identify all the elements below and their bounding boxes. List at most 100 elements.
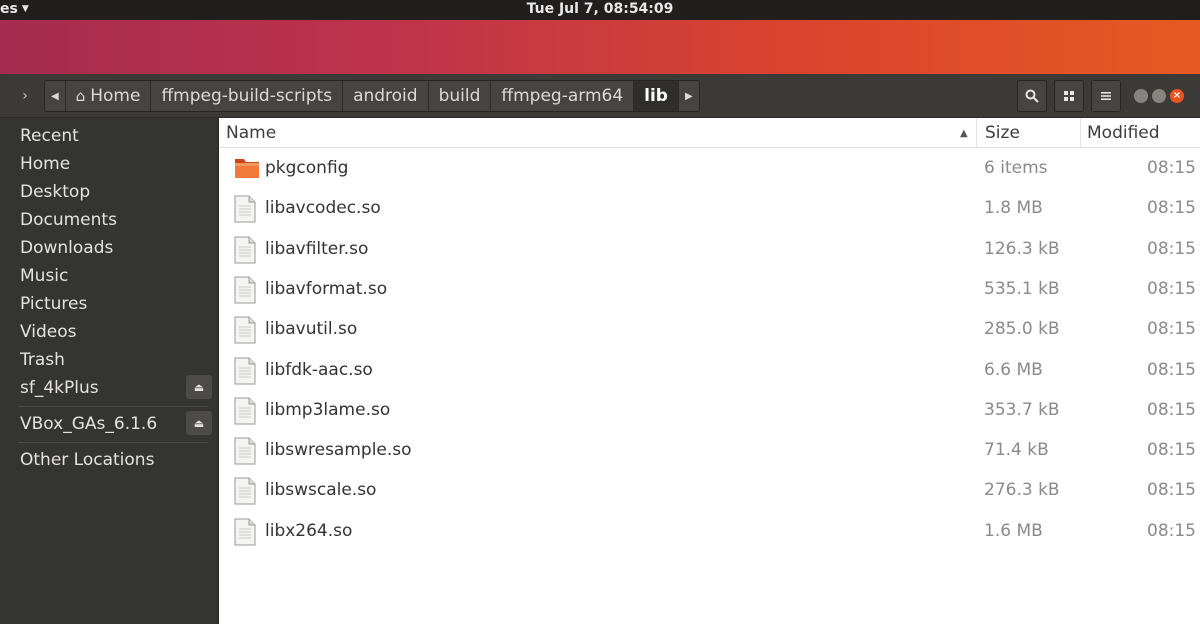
file-icon [234, 236, 260, 264]
sidebar-item-videos[interactable]: Videos [8, 318, 218, 346]
sidebar-item-label: Music [20, 266, 69, 286]
sidebar-item-label: Recent [20, 126, 79, 146]
column-header-size[interactable]: Size [976, 118, 1080, 148]
file-row[interactable]: libavfilter.so 126.3 kB 08:15 [220, 229, 1200, 269]
path-scroll-left-button[interactable]: ◀ [45, 81, 66, 111]
file-name: libavfilter.so [265, 238, 369, 259]
file-row[interactable]: pkgconfig 6 items 08:15 [220, 148, 1200, 188]
file-row[interactable]: libmp3lame.so 353.7 kB 08:15 [220, 390, 1200, 430]
sidebar-item-label: Desktop [20, 182, 91, 202]
crumb-build[interactable]: build [429, 81, 492, 111]
sidebar-item-other-locations[interactable]: Other Locations [8, 446, 218, 474]
sidebar-item-pictures[interactable]: Pictures [8, 290, 218, 318]
grid-view-icon [1064, 91, 1074, 101]
file-size: 285.0 kB [984, 319, 1060, 340]
crumb-home[interactable]: ⌂ Home [66, 81, 152, 111]
sidebar-item-label: Videos [20, 322, 77, 342]
column-header-row: Name ▲ Size Modified [220, 118, 1200, 148]
sidebar-item-label: VBox_GAs_6.1.6 [20, 414, 158, 434]
crumb-ffmpeg-build-scripts[interactable]: ffmpeg-build-scripts [151, 81, 344, 111]
sidebar-item-downloads[interactable]: Downloads [8, 234, 218, 262]
sidebar-item-documents[interactable]: Documents [8, 206, 218, 234]
file-row[interactable]: libx264.so 1.6 MB 08:15 [220, 511, 1200, 551]
file-modified: 08:15 [1147, 158, 1196, 178]
file-name: libavcodec.so [265, 198, 381, 219]
file-modified: 08:15 [1147, 480, 1196, 501]
search-icon [1025, 89, 1039, 103]
eject-button[interactable]: ⏏ [186, 411, 212, 435]
sidebar-item-sf-4kplus[interactable]: sf_4kPlus ⏏ [8, 374, 218, 402]
file-size: 1.6 MB [984, 520, 1043, 541]
file-modified: 08:15 [1147, 399, 1196, 420]
file-icon [234, 276, 260, 304]
sidebar-item-desktop[interactable]: Desktop [8, 178, 218, 206]
triangle-right-icon: ▶ [684, 90, 693, 102]
file-name: libx264.so [265, 520, 353, 541]
sidebar-item-home[interactable]: Home [8, 150, 218, 178]
sidebar-item-label: Pictures [20, 294, 88, 314]
sidebar-item-recent[interactable]: Recent [8, 122, 218, 150]
forward-button[interactable]: › [12, 83, 38, 109]
sidebar-item-vbox-gas[interactable]: VBox_GAs_6.1.6 ⏏ [8, 410, 218, 438]
file-size: 1.8 MB [984, 198, 1043, 219]
clock[interactable]: Tue Jul 7, 08:54:09 [0, 1, 1200, 17]
sidebar-item-label: Home [20, 154, 71, 174]
path-scroll-right-button[interactable]: ▶ [679, 81, 699, 111]
file-icon [234, 316, 260, 344]
file-row[interactable]: libavutil.so 285.0 kB 08:15 [220, 309, 1200, 349]
file-modified: 08:15 [1147, 359, 1196, 380]
file-icon [234, 195, 260, 223]
file-size: 71.4 kB [984, 440, 1049, 461]
hamburger-menu-icon [1101, 92, 1111, 100]
search-button[interactable] [1017, 80, 1047, 112]
sidebar-item-music[interactable]: Music [8, 262, 218, 290]
crumb-android[interactable]: android [343, 81, 429, 111]
home-icon: ⌂ [75, 87, 86, 105]
sidebar-item-label: Documents [20, 210, 117, 230]
file-modified: 08:15 [1147, 278, 1196, 299]
view-toggle-button[interactable] [1054, 80, 1084, 112]
crumb-lib[interactable]: lib [634, 81, 679, 111]
file-row[interactable]: libswresample.so 71.4 kB 08:15 [220, 430, 1200, 470]
file-name: pkgconfig [265, 158, 349, 178]
sidebar-item-label: Other Locations [20, 450, 155, 470]
close-button[interactable]: × [1170, 89, 1184, 103]
column-header-label: Name [226, 123, 277, 143]
file-modified: 08:15 [1147, 198, 1196, 219]
minimize-button[interactable] [1134, 89, 1148, 103]
crumb-ffmpeg-arm64[interactable]: ffmpeg-arm64 [491, 81, 635, 111]
file-manager-window: › ◀ ⌂ Home ffmpeg-build-scripts android … [0, 74, 1200, 624]
file-list: Name ▲ Size Modified pkgconfig 6 items 08:… [220, 118, 1200, 624]
sort-ascending-icon: ▲ [960, 127, 968, 139]
top-bar: es ▼ Tue Jul 7, 08:54:09 [0, 0, 1200, 20]
file-size: 6.6 MB [984, 359, 1043, 380]
column-header-label: Size [985, 123, 1020, 143]
eject-icon: ⏏ [193, 416, 205, 430]
file-icon [234, 518, 260, 546]
sidebar: Recent Home Desktop Documents Downloads … [0, 118, 219, 624]
column-header-label: Modified [1087, 123, 1160, 143]
path-bar: ◀ ⌂ Home ffmpeg-build-scripts android bu… [44, 80, 700, 112]
close-icon: × [1172, 90, 1182, 101]
file-size: 126.3 kB [984, 238, 1060, 259]
eject-icon: ⏏ [193, 380, 205, 394]
file-size: 535.1 kB [984, 278, 1060, 299]
column-header-modified[interactable]: Modified [1080, 118, 1200, 148]
file-row[interactable]: libswscale.so 276.3 kB 08:15 [220, 470, 1200, 510]
column-header-name[interactable]: Name [226, 118, 976, 148]
sidebar-divider [18, 406, 208, 407]
chevron-right-icon: › [22, 88, 28, 104]
file-name: libswresample.so [265, 440, 412, 461]
file-row[interactable]: libavcodec.so 1.8 MB 08:15 [220, 188, 1200, 228]
file-row[interactable]: libavformat.so 535.1 kB 08:15 [220, 269, 1200, 309]
file-row[interactable]: libfdk-aac.so 6.6 MB 08:15 [220, 350, 1200, 390]
menu-button[interactable] [1091, 80, 1121, 112]
file-icon [234, 477, 260, 505]
sidebar-item-label: Downloads [20, 238, 114, 258]
file-icon [234, 357, 260, 385]
sidebar-item-trash[interactable]: Trash [8, 346, 218, 374]
sidebar-divider [18, 442, 208, 443]
maximize-button[interactable] [1152, 89, 1166, 103]
eject-button[interactable]: ⏏ [186, 375, 212, 399]
file-size: 6 items [984, 158, 1048, 178]
